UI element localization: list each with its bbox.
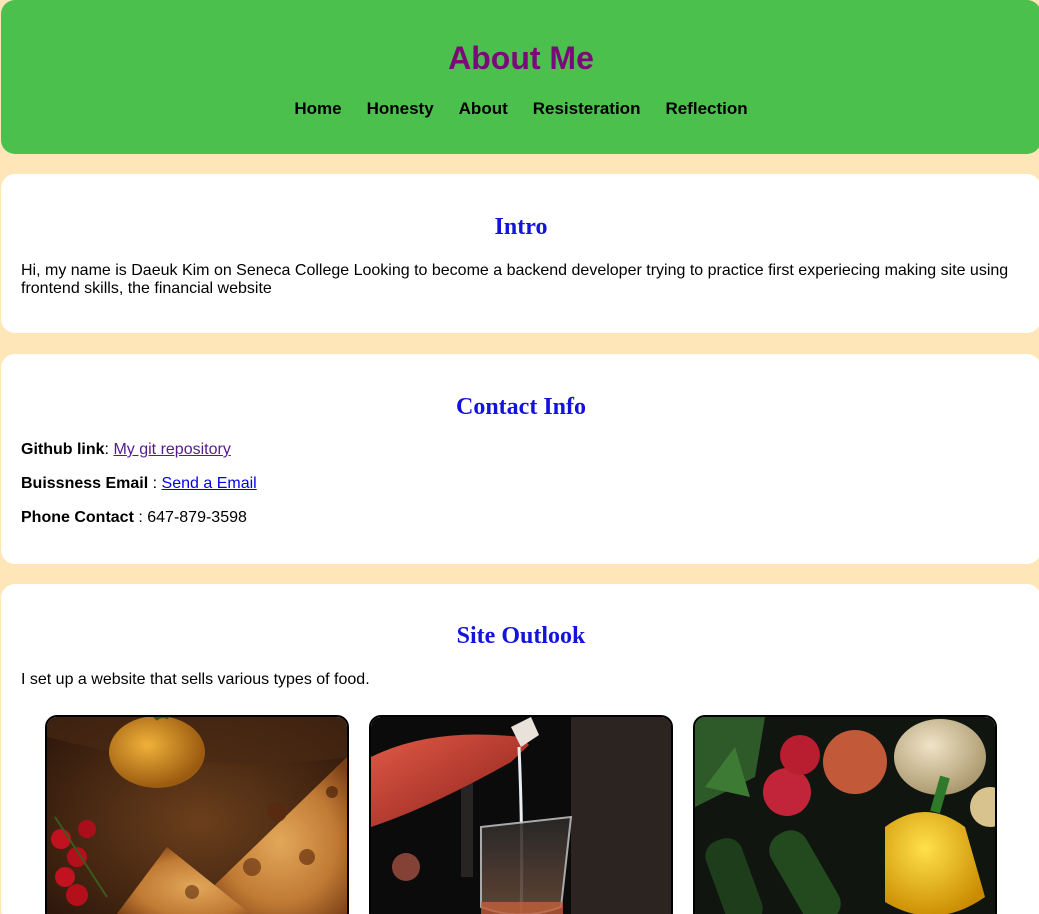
- vegetables-image: [693, 715, 997, 914]
- phone-row: Phone Contact : 647-879-3598: [21, 509, 247, 527]
- page-title: About Me: [448, 40, 594, 76]
- email-row: Buissness Email : Send a Email: [21, 475, 257, 493]
- nav-home[interactable]: Home: [294, 99, 341, 119]
- nav-honesty[interactable]: Honesty: [367, 99, 434, 119]
- outlook-section: Site Outlook I set up a website that sel…: [1, 584, 1039, 914]
- github-sep: :: [104, 441, 109, 458]
- nav-reflection[interactable]: Reflection: [665, 99, 747, 119]
- email-sep: :: [152, 475, 158, 492]
- outlook-heading: Site Outlook: [456, 623, 586, 649]
- pizza-image: [45, 715, 349, 914]
- phone-sep: :: [138, 509, 143, 526]
- intro-text: Hi, my name is Daeuk Kim on Seneca Colle…: [21, 262, 1009, 297]
- phone-value: 647-879-3598: [147, 509, 247, 526]
- wine-image: [369, 715, 673, 914]
- main-nav: Home Honesty About Resisteration Reflect…: [1, 99, 1039, 119]
- email-label: Buissness Email: [21, 475, 149, 492]
- phone-label: Phone Contact: [21, 509, 134, 526]
- page-header: About Me Home Honesty About Resisteratio…: [1, 0, 1039, 154]
- github-row: Github link: My git repository: [21, 441, 231, 459]
- nav-resisteration[interactable]: Resisteration: [533, 99, 641, 119]
- contact-section: Contact Info Github link: My git reposit…: [1, 354, 1039, 564]
- nav-about[interactable]: About: [459, 99, 508, 119]
- intro-section: Intro Hi, my name is Daeuk Kim on Seneca…: [1, 174, 1039, 333]
- github-link[interactable]: My git repository: [113, 441, 230, 458]
- github-label: Github link: [21, 441, 105, 458]
- intro-heading: Intro: [494, 214, 548, 240]
- contact-heading: Contact Info: [456, 394, 586, 420]
- email-link[interactable]: Send a Email: [162, 475, 257, 492]
- outlook-text: I set up a website that sells various ty…: [21, 671, 370, 688]
